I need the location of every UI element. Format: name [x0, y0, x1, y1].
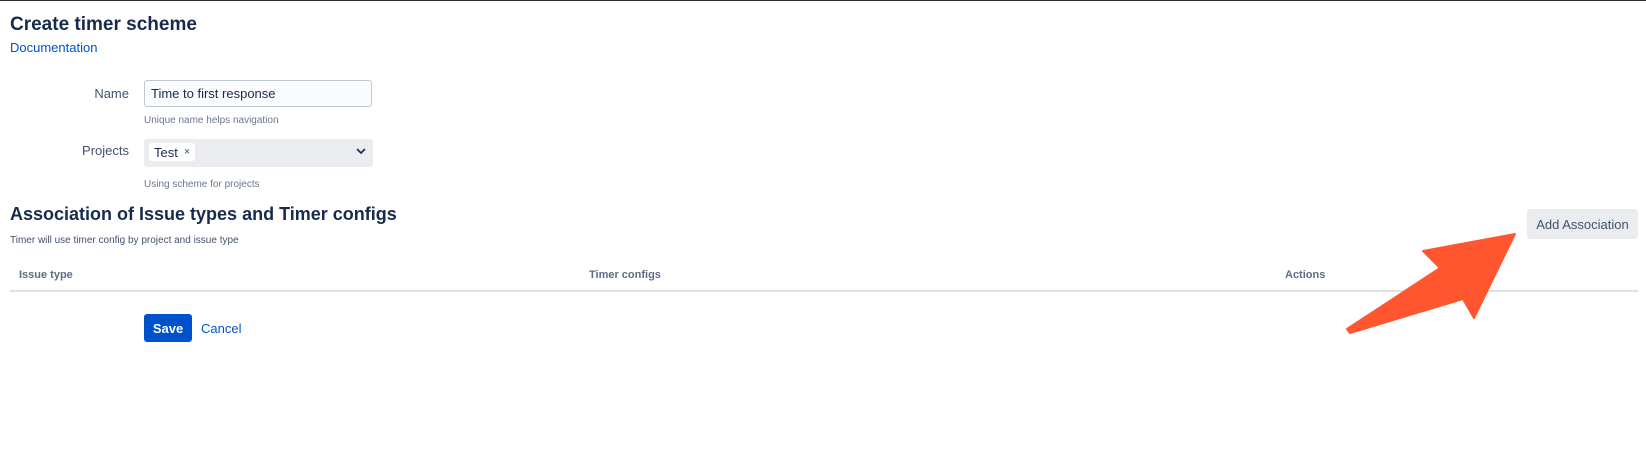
documentation-link[interactable]: Documentation: [10, 40, 97, 55]
projects-label: Projects: [82, 143, 129, 158]
column-header-issue-type: Issue type: [19, 269, 73, 281]
name-input[interactable]: [144, 80, 372, 107]
project-tag-label: Test: [154, 144, 178, 160]
column-header-timer-configs: Timer configs: [589, 269, 661, 281]
association-description: Timer will use timer config by project a…: [10, 235, 239, 246]
add-association-button[interactable]: Add Association: [1527, 209, 1638, 239]
page-title: Create timer scheme: [10, 14, 197, 35]
cancel-link[interactable]: Cancel: [201, 321, 241, 336]
association-section-title: Association of Issue types and Timer con…: [10, 204, 397, 224]
project-tag: Test ×: [149, 143, 196, 161]
projects-select[interactable]: Test ×: [144, 139, 373, 167]
column-header-actions: Actions: [1285, 269, 1326, 281]
name-helper-text: Unique name helps navigation: [144, 115, 279, 126]
name-label: Name: [94, 86, 129, 101]
chevron-down-icon[interactable]: [355, 145, 367, 157]
save-button[interactable]: Save: [144, 314, 192, 342]
remove-tag-icon[interactable]: ×: [184, 146, 190, 158]
projects-helper-text: Using scheme for projects: [144, 179, 260, 190]
arrow-pointer-icon: [1346, 233, 1516, 334]
